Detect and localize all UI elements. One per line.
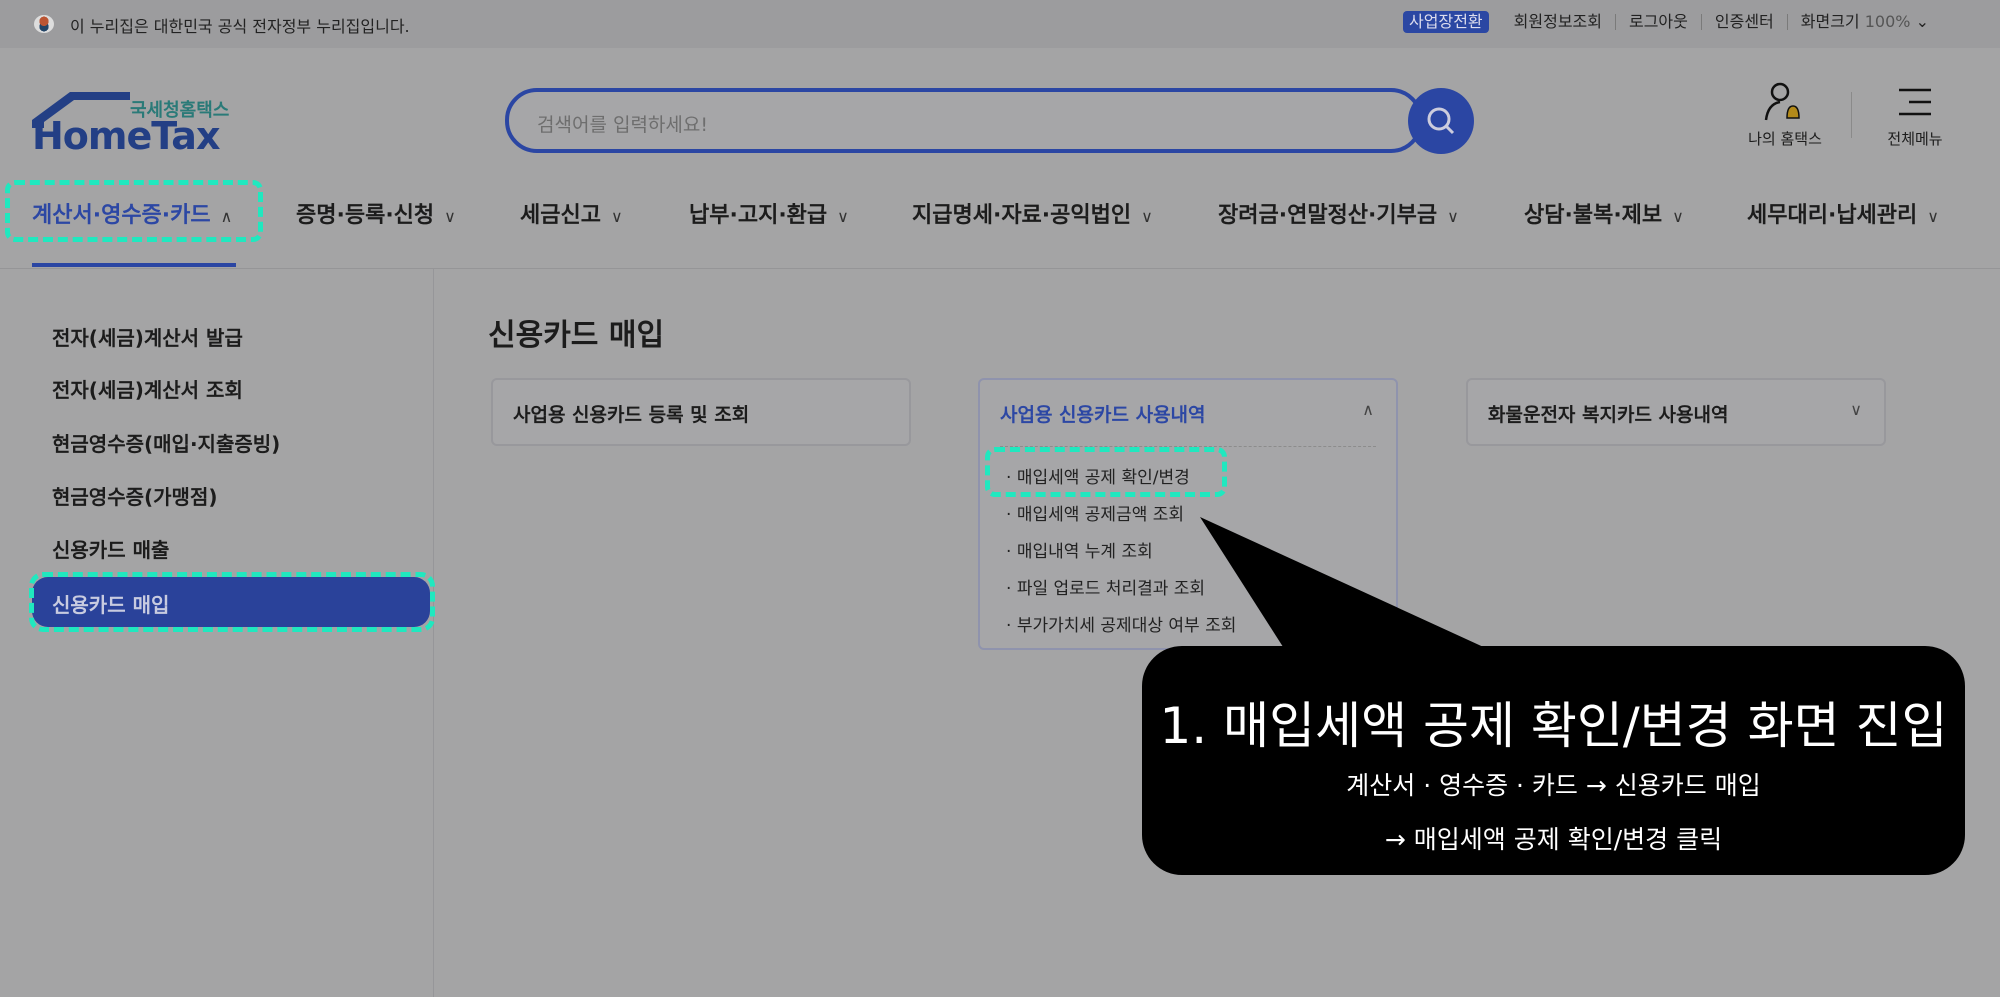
nav-label: 증명·등록·신청 <box>296 203 435 228</box>
card-business-card-register[interactable]: 사업용 신용카드 등록 및 조회 <box>491 378 911 446</box>
main-nav: 계산서·영수증·카드 ∧ 증명·등록·신청 ∨ 세금신고 ∨ 납부·고지·환급 ∨ 지급… <box>0 185 2000 245</box>
chevron-down-icon: ∨ <box>1927 207 1939 226</box>
callout-line-2: → 매입세액 공제 확인/변경 클릭 <box>1384 825 1723 854</box>
card-label: 사업용 신용카드 등록 및 조회 <box>513 404 750 426</box>
nav-label: 상담·불복·제보 <box>1524 203 1663 228</box>
nav-label: 세금신고 <box>520 203 601 228</box>
chevron-down-icon: ⌄ <box>1915 12 1929 31</box>
card-label: 사업용 신용카드 사용내역 <box>1000 404 1206 426</box>
nav-item-statements[interactable]: 지급명세·자료·공익법인 ∨ <box>912 197 1153 229</box>
submenu-label: 매입세액 공제금액 조회 <box>1016 505 1185 525</box>
highlight-sidebar <box>29 572 435 632</box>
card-freight-welfare-card[interactable]: 화물운전자 복지카드 사용내역 ∨ <box>1466 378 1886 446</box>
nav-label: 지급명세·자료·공익법인 <box>912 203 1132 228</box>
chevron-down-icon: ∨ <box>444 207 456 226</box>
nav-item-incentives[interactable]: 장려금·연말정산·기부금 ∨ <box>1218 197 1459 229</box>
search-input[interactable]: 검색어를 입력하세요! <box>505 88 1423 153</box>
sidebar-item-card-sales[interactable]: 신용카드 매출 <box>52 534 169 563</box>
search-button[interactable] <box>1408 88 1474 154</box>
font-size-value: 100% <box>1864 12 1911 31</box>
callout-title: 1. 매입세액 공제 확인/변경 화면 진입 <box>1159 697 1948 755</box>
chevron-down-icon: ∨ <box>610 207 623 226</box>
search-placeholder: 검색어를 입력하세요! <box>537 114 708 136</box>
nav-item-payment[interactable]: 납부·고지·환급 ∨ <box>689 197 849 229</box>
my-hometax-button[interactable]: 나의 홈택스 <box>1740 80 1830 149</box>
sidebar-item-cash-receipt-merchant[interactable]: 현금영수증(가맹점) <box>52 481 217 510</box>
logout-link[interactable]: 로그아웃 <box>1614 14 1701 30</box>
nav-item-tax-return[interactable]: 세금신고 ∨ <box>520 197 623 229</box>
highlight-nav <box>5 180 263 242</box>
business-switch-button[interactable]: 사업장전환 <box>1403 11 1489 33</box>
divider <box>1851 92 1852 138</box>
chevron-down-icon: ∨ <box>1447 207 1459 226</box>
active-nav-underline <box>32 263 236 267</box>
nav-label: 장려금·연말정산·기부금 <box>1218 203 1438 228</box>
hamburger-icon <box>1899 88 1931 116</box>
sidebar-item-e-invoice-search[interactable]: 전자(세금)계산서 조회 <box>52 374 243 403</box>
sidebar-item-e-invoice-issue[interactable]: 전자(세금)계산서 발급 <box>52 322 243 351</box>
chevron-up-icon[interactable]: ∧ <box>1362 400 1374 419</box>
callout-line-1: 계산서 · 영수증 · 카드 → 신용카드 매입 <box>1346 771 1761 800</box>
chevron-down-icon: ∨ <box>1141 207 1153 226</box>
page-title: 신용카드 매입 <box>488 318 665 353</box>
member-info-link[interactable]: 회원정보조회 <box>1501 14 1615 30</box>
gov-notice[interactable]: 이 누리집은 대한민국 공식 전자정부 누리집입니다. <box>70 13 410 37</box>
search-icon <box>1427 107 1455 135</box>
nav-item-consult[interactable]: 상담·불복·제보 ∨ <box>1524 197 1684 229</box>
highlight-submenu <box>985 447 1227 497</box>
user-bell-icon <box>1764 82 1800 121</box>
sidebar-item-cash-receipt-purchase[interactable]: 현금영수증(매입·지출증빙) <box>52 428 280 457</box>
my-hometax-label: 나의 홈택스 <box>1748 130 1822 148</box>
chevron-down-icon: ∨ <box>837 207 849 226</box>
submenu-label: 파일 업로드 처리결과 조회 <box>1016 579 1206 599</box>
tutorial-callout: 1. 매입세액 공제 확인/변경 화면 진입 계산서 · 영수증 · 카드 → … <box>1142 646 1965 875</box>
nav-label: 납부·고지·환급 <box>689 203 828 228</box>
submenu-item-deduction-amount[interactable]: · 매입세액 공제금액 조회 <box>1006 500 1184 525</box>
top-utility-bar: 이 누리집은 대한민국 공식 전자정부 누리집입니다. 사업장전환 회원정보조회… <box>0 0 2000 48</box>
cert-center-link[interactable]: 인증센터 <box>1700 14 1787 30</box>
nav-label: 세무대리·납세관리 <box>1747 203 1918 228</box>
font-size-select[interactable]: 화면크기 100% ⌄ <box>1786 12 1942 31</box>
all-menu-label: 전체메뉴 <box>1887 130 1943 148</box>
submenu-label: 매입내역 누계 조회 <box>1016 542 1153 562</box>
chevron-down-icon: ∨ <box>1850 400 1862 419</box>
korea-flag-icon <box>34 15 54 33</box>
chevron-down-icon: ∨ <box>1672 207 1684 226</box>
card-label: 화물운전자 복지카드 사용내역 <box>1488 404 1729 426</box>
callout-pointer <box>1200 517 1490 650</box>
font-size-label: 화면크기 <box>1800 12 1860 31</box>
submenu-item-upload-result[interactable]: · 파일 업로드 처리결과 조회 <box>1006 574 1205 599</box>
all-menu-button[interactable]: 전체메뉴 <box>1875 80 1955 149</box>
logo[interactable]: HomeTax <box>32 114 220 158</box>
submenu-item-cumulative[interactable]: · 매입내역 누계 조회 <box>1006 537 1153 562</box>
nav-item-agent[interactable]: 세무대리·납세관리 ∨ <box>1747 197 1939 229</box>
nav-item-certificate[interactable]: 증명·등록·신청 ∨ <box>296 197 456 229</box>
